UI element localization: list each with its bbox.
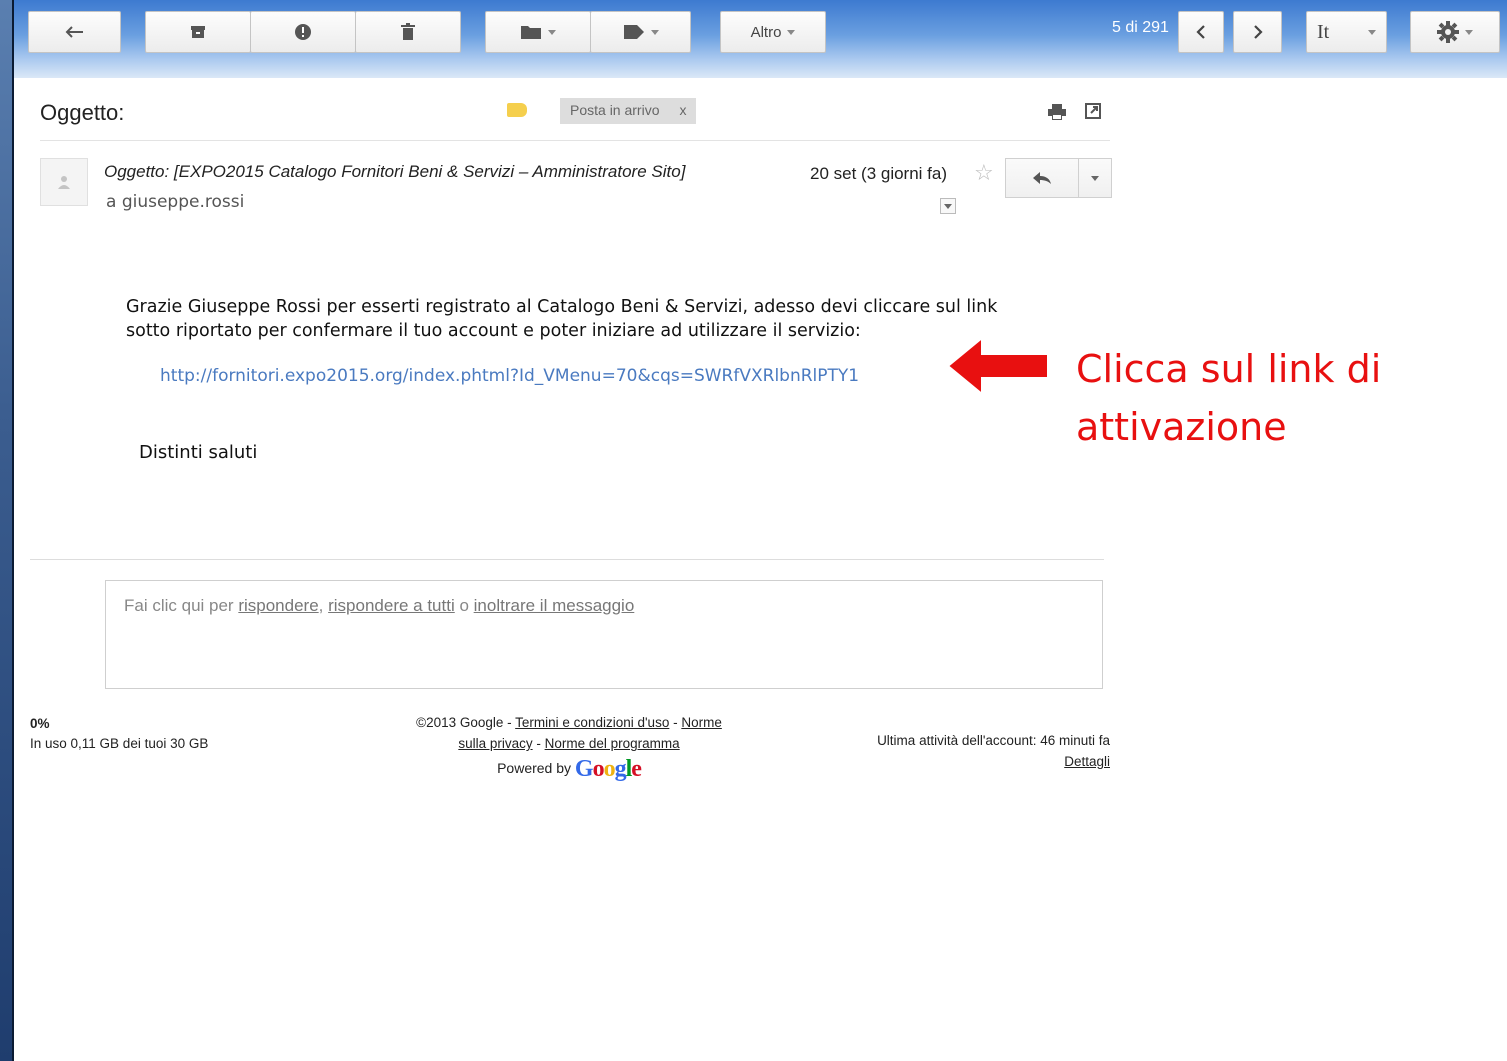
show-details-button[interactable] bbox=[940, 198, 956, 214]
sender-name[interactable]: Oggetto: [EXPO2015 Catalogo Fornitori Be… bbox=[104, 162, 685, 182]
account-activity: Ultima attività dell'account: 46 minuti … bbox=[774, 730, 1110, 772]
message-header: Oggetto: [EXPO2015 Catalogo Fornitori Be… bbox=[40, 158, 1115, 228]
person-icon bbox=[58, 176, 70, 189]
program-policies-link[interactable]: Norme del programma bbox=[545, 736, 680, 751]
archive-icon bbox=[191, 26, 205, 38]
labels-button[interactable] bbox=[590, 11, 691, 53]
gear-icon bbox=[1437, 21, 1459, 43]
body-line-1: Grazie Giuseppe Rossi per esserti regist… bbox=[126, 297, 998, 317]
reply-link[interactable]: rispondere bbox=[238, 596, 318, 615]
print-all-icon[interactable] bbox=[1047, 103, 1067, 126]
divider bbox=[30, 559, 1104, 560]
details-link[interactable]: Dettagli bbox=[1064, 754, 1110, 769]
activation-link[interactable]: http://fornitori.expo2015.org/index.phtm… bbox=[160, 366, 859, 386]
forward-link[interactable]: inoltrare il messaggio bbox=[474, 596, 635, 615]
activation-annotation: Clicca sul link di attivazione bbox=[1076, 340, 1496, 456]
avatar bbox=[40, 158, 88, 206]
inbox-label-chip: Posta in arrivo x bbox=[560, 98, 697, 124]
footer-dash-1: - bbox=[669, 715, 682, 730]
storage-text: In uso 0,11 GB dei tuoi 30 GB bbox=[30, 736, 209, 751]
storage-percent: 0% bbox=[30, 716, 50, 731]
importance-marker-icon[interactable] bbox=[507, 103, 527, 117]
archive-button[interactable] bbox=[145, 11, 251, 53]
chevron-down-icon bbox=[548, 29, 556, 35]
message-view: Oggetto: Posta in arrivo x Oggetto: [EXP… bbox=[14, 78, 1507, 1061]
footer-links: ©2013 Google - Termini e condizioni d'us… bbox=[379, 712, 759, 782]
folder-icon bbox=[521, 26, 541, 39]
chevron-down-icon bbox=[1465, 29, 1473, 35]
reply-icon bbox=[1033, 172, 1051, 184]
reply-sep-1: , bbox=[318, 596, 329, 615]
newer-button[interactable] bbox=[1178, 11, 1224, 53]
settings-button[interactable] bbox=[1410, 11, 1500, 53]
reply-button[interactable] bbox=[1005, 158, 1079, 198]
message-date: 20 set (3 giorni fa) bbox=[810, 164, 948, 183]
more-actions-button[interactable] bbox=[1078, 158, 1112, 198]
move-to-button[interactable] bbox=[485, 11, 591, 53]
terms-link[interactable]: Termini e condizioni d'uso bbox=[515, 715, 669, 730]
last-activity-text: Ultima attività dell'account: 46 minuti … bbox=[877, 733, 1110, 748]
delete-button[interactable] bbox=[355, 11, 461, 53]
recipient-line: a giuseppe.rossi bbox=[106, 192, 245, 212]
reply-sep-2: o bbox=[454, 596, 474, 615]
quick-reply-box[interactable]: Fai clic qui per rispondere, rispondere … bbox=[105, 580, 1103, 689]
spam-icon bbox=[295, 24, 311, 40]
red-arrow-icon bbox=[946, 335, 1049, 397]
reply-all-link[interactable]: rispondere a tutti bbox=[328, 596, 455, 615]
message-counter: 5 di 291 bbox=[1112, 19, 1169, 36]
annotation-line-1: Clicca sul link di bbox=[1076, 347, 1382, 391]
copyright-text: ©2013 Google - bbox=[416, 715, 516, 730]
powered-by-text: Powered by bbox=[497, 760, 575, 776]
language-label: It bbox=[1317, 20, 1330, 43]
chevron-down-icon bbox=[1091, 175, 1099, 181]
subject-title: Oggetto: bbox=[40, 100, 125, 125]
google-logo: Google bbox=[574, 756, 642, 782]
input-tools-button[interactable]: It bbox=[1306, 11, 1387, 53]
remove-label-button[interactable]: x bbox=[679, 102, 686, 120]
chevron-down-icon bbox=[787, 29, 796, 35]
chevron-right-icon bbox=[1253, 25, 1263, 39]
gmail-toolbar: Altro 5 di 291 It bbox=[14, 0, 1507, 78]
subject-bar: Oggetto: Posta in arrivo x bbox=[40, 96, 1110, 141]
footer-dash-2: - bbox=[532, 736, 545, 751]
privacy-link-part-2[interactable]: sulla privacy bbox=[458, 736, 532, 751]
storage-info: 0% In uso 0,11 GB dei tuoi 30 GB bbox=[30, 714, 208, 754]
powered-by: Powered by Google bbox=[379, 756, 759, 782]
more-label: Altro bbox=[750, 23, 782, 41]
chevron-down-icon bbox=[1368, 29, 1376, 35]
window-frame bbox=[0, 0, 14, 1061]
chevron-left-icon bbox=[1196, 25, 1205, 39]
trash-icon bbox=[401, 23, 415, 40]
older-button[interactable] bbox=[1233, 11, 1282, 53]
label-tag-icon bbox=[623, 25, 644, 39]
chevron-down-icon bbox=[944, 203, 952, 209]
annotation-line-2: attivazione bbox=[1076, 405, 1287, 449]
greeting-text: Distinti saluti bbox=[139, 442, 258, 463]
new-window-icon[interactable] bbox=[1084, 102, 1102, 125]
back-button[interactable] bbox=[28, 11, 121, 53]
chevron-down-icon bbox=[650, 29, 659, 35]
privacy-link-part-1[interactable]: Norme bbox=[681, 715, 722, 730]
report-spam-button[interactable] bbox=[250, 11, 356, 53]
more-button[interactable]: Altro bbox=[720, 11, 826, 53]
reply-prefix: Fai clic qui per bbox=[124, 596, 239, 615]
inbox-label-text: Posta in arrivo bbox=[570, 102, 660, 118]
back-arrow-icon bbox=[65, 26, 83, 38]
star-icon[interactable]: ☆ bbox=[974, 160, 994, 186]
